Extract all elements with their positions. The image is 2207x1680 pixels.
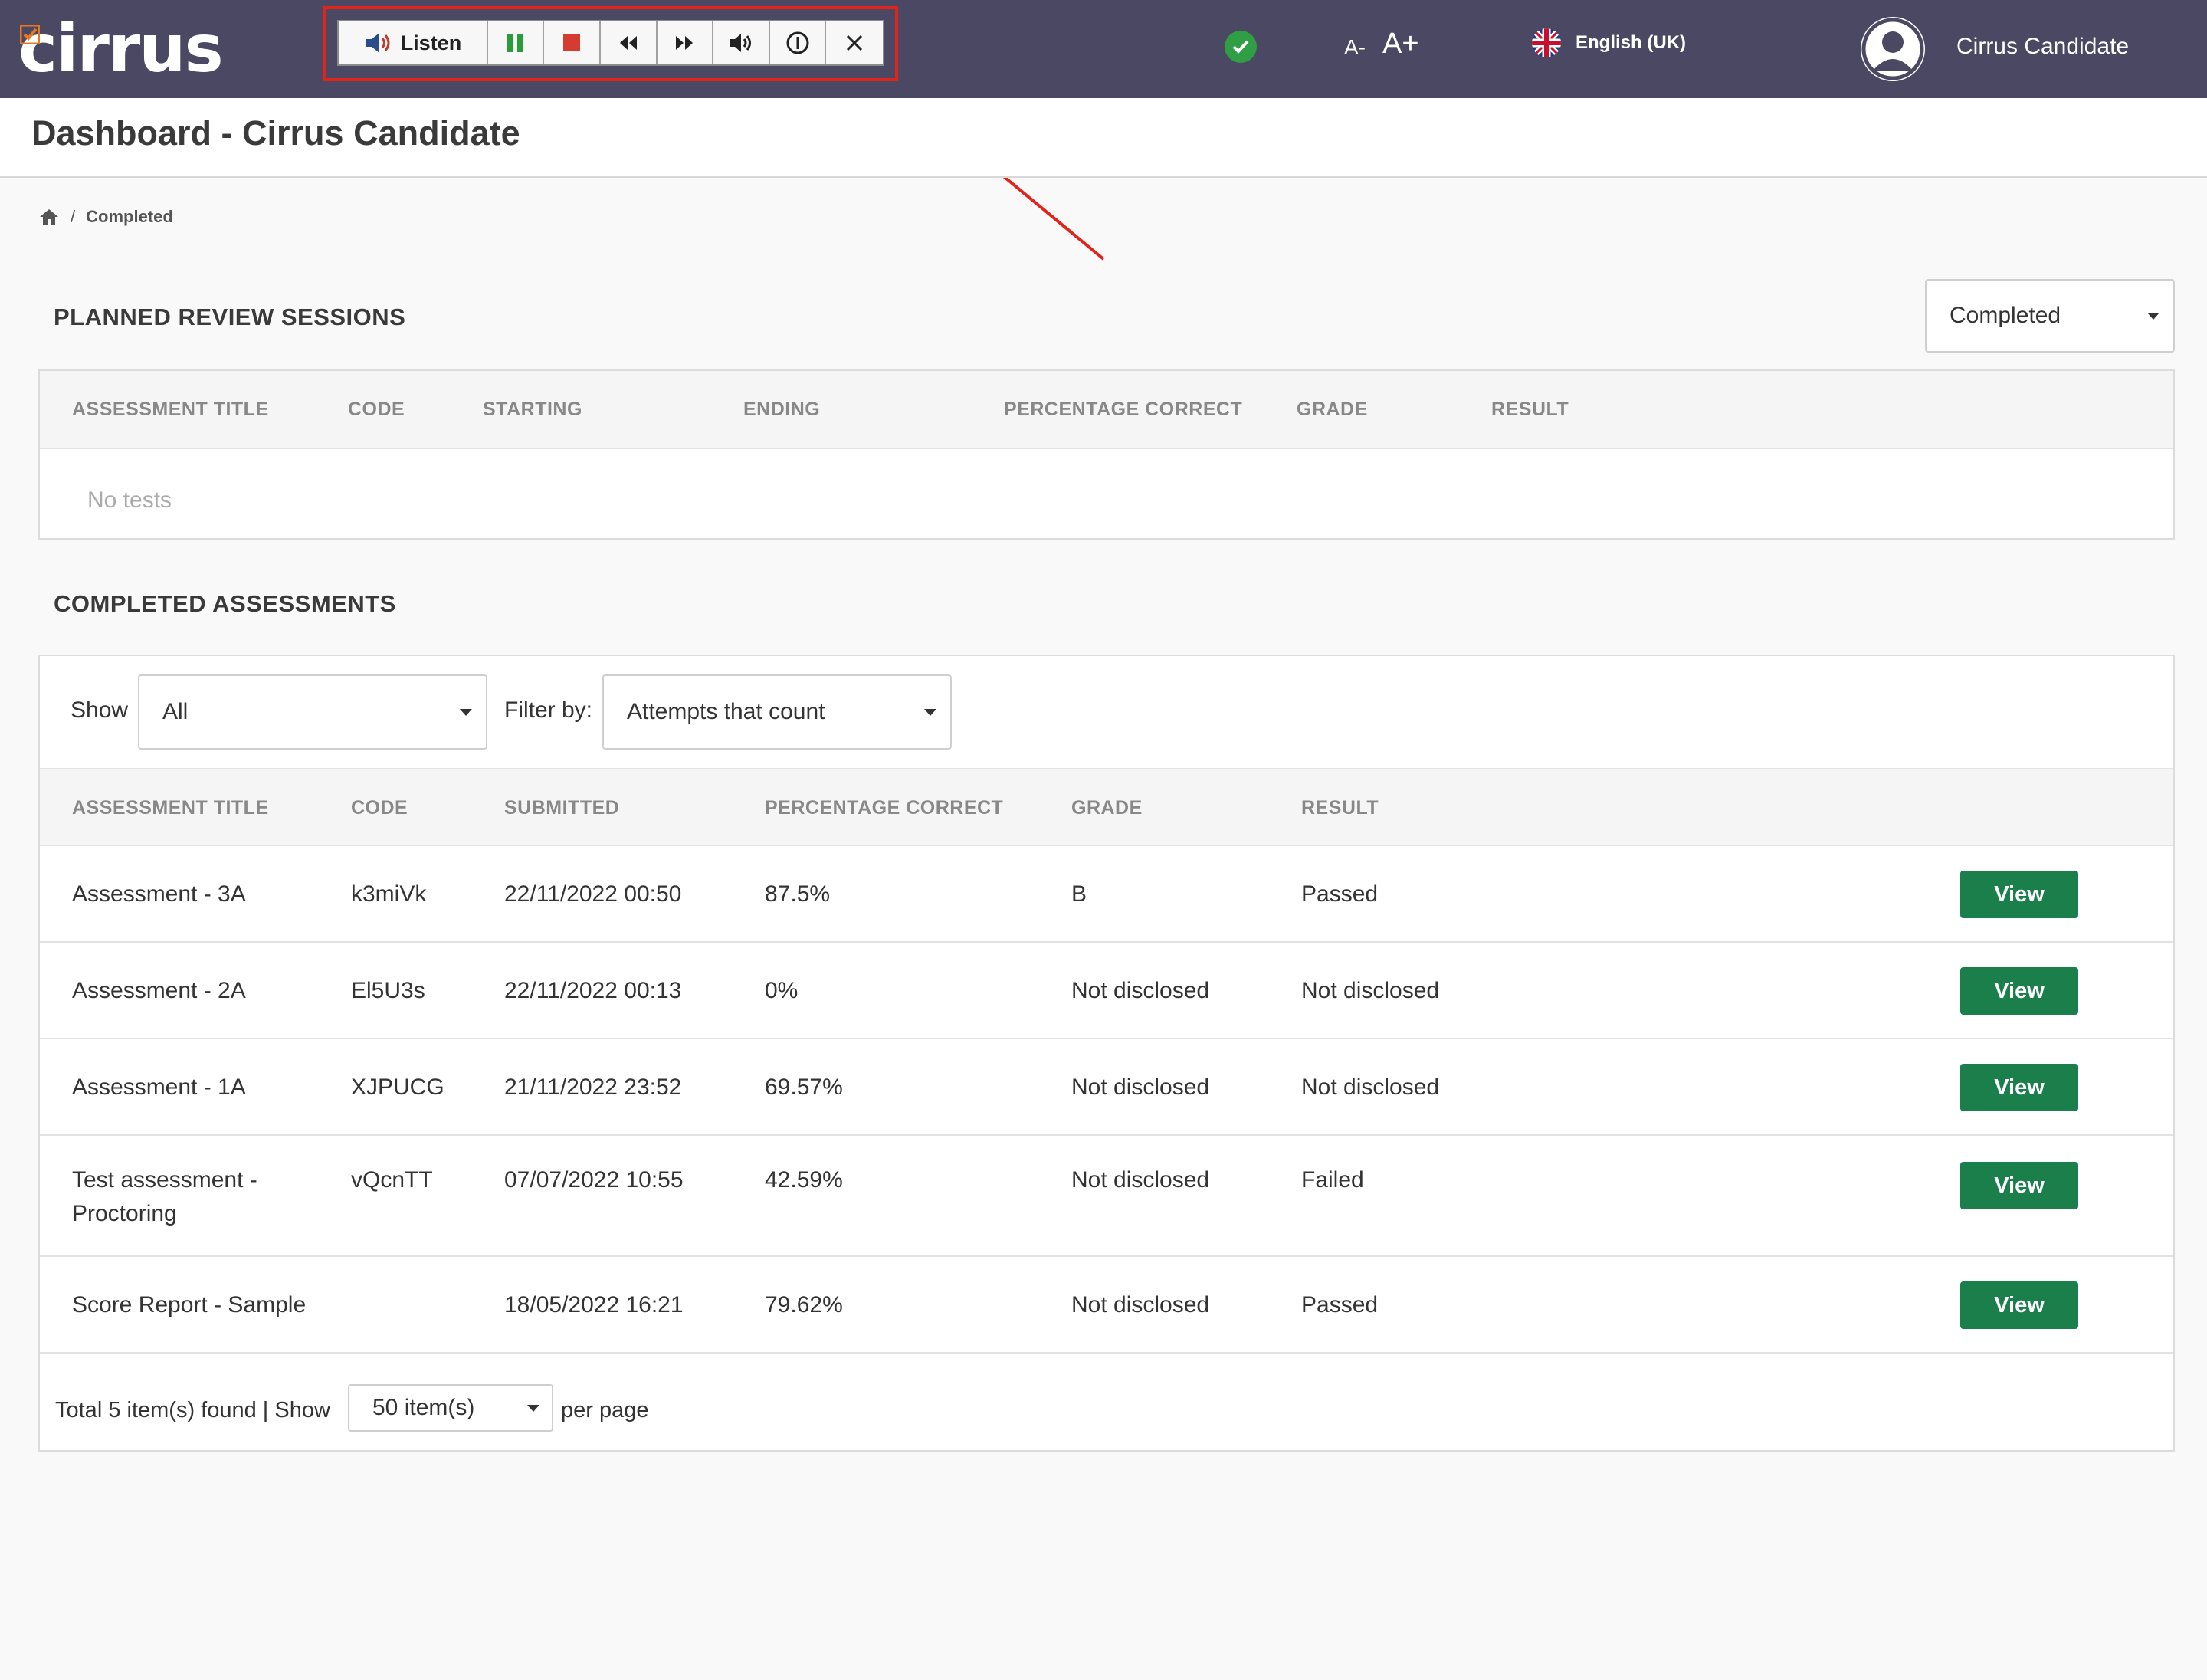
status-filter-select[interactable]: Completed — [1925, 279, 2175, 353]
user-name[interactable]: Cirrus Candidate — [1956, 34, 2129, 60]
show-select-value: All — [162, 699, 189, 724]
per-page-select[interactable]: 50 item(s) — [348, 1384, 553, 1432]
pagination-total: Total 5 item(s) found | Show — [55, 1398, 330, 1422]
page-header: Dashboard - Cirrus Candidate — [0, 98, 2207, 178]
assessment-code: El5U3s — [351, 978, 425, 1003]
percentage-correct: 42.59% — [765, 1167, 843, 1193]
breadcrumb-current: Completed — [86, 207, 173, 226]
per-page-value: 50 item(s) — [372, 1395, 475, 1420]
submitted-date: 22/11/2022 00:50 — [504, 881, 682, 907]
percentage-correct: 87.5% — [765, 881, 831, 907]
language-selector[interactable]: English (UK) — [1531, 28, 1686, 58]
percentage-correct: 69.57% — [765, 1075, 843, 1100]
chevron-down-icon — [924, 708, 936, 716]
assessment-title: Assessment - 1A — [72, 1075, 246, 1100]
column-header: ASSESSMENT TITLE — [72, 399, 269, 420]
table-header: ASSESSMENT TITLE CODE SUBMITTED PERCENTA… — [40, 768, 2173, 846]
page-title: Dashboard - Cirrus Candidate — [31, 113, 520, 153]
completed-assessments-title: COMPLETED ASSESSMENTS — [54, 590, 396, 617]
percentage-correct: 79.62% — [765, 1292, 843, 1317]
submitted-date: 18/05/2022 16:21 — [504, 1292, 684, 1317]
breadcrumb-separator: / — [71, 207, 76, 226]
filter-by-select[interactable]: Attempts that count — [602, 674, 952, 750]
cirrus-logo[interactable]: cirrus — [18, 11, 224, 87]
logo-text: cirrus — [18, 11, 224, 87]
per-page-suffix: per page — [561, 1398, 649, 1422]
filter-by-value: Attempts that count — [627, 699, 825, 724]
font-increase-button[interactable]: A+ — [1382, 28, 1419, 61]
filter-by-label: Filter by: — [504, 697, 593, 723]
logo-check-icon — [20, 25, 40, 44]
planned-sessions-title: PLANNED REVIEW SESSIONS — [54, 304, 406, 330]
column-header: CODE — [351, 797, 408, 819]
status-filter-value: Completed — [1950, 303, 2061, 328]
table-row: Assessment - 1A XJPUCG 21/11/2022 23:52 … — [40, 1039, 2173, 1136]
submitted-date: 21/11/2022 23:52 — [504, 1075, 682, 1100]
table-header: ASSESSMENT TITLE CODE STARTING ENDING PE… — [40, 371, 2173, 449]
result: Passed — [1301, 1292, 1379, 1317]
empty-state-text: No tests — [87, 487, 172, 513]
view-button[interactable]: View — [1960, 1281, 2078, 1329]
table-row: Assessment - 2A El5U3s 22/11/2022 00:13 … — [40, 943, 2173, 1039]
column-header: GRADE — [1297, 399, 1368, 420]
view-button[interactable]: View — [1960, 1064, 2078, 1111]
column-header: ENDING — [743, 399, 821, 420]
connection-ok-icon — [1225, 31, 1257, 63]
toolbar-highlight-box — [323, 6, 898, 81]
column-header: STARTING — [483, 399, 582, 420]
show-select[interactable]: All — [138, 674, 487, 750]
assessment-title: Assessment - 3A — [72, 881, 246, 907]
column-header: RESULT — [1301, 797, 1379, 819]
result: Failed — [1301, 1167, 1364, 1193]
assessment-code: vQcnTT — [351, 1167, 433, 1193]
column-header: PERCENTAGE CORRECT — [765, 797, 1004, 819]
chevron-down-icon — [460, 708, 472, 716]
submitted-date: 22/11/2022 00:13 — [504, 978, 682, 1003]
user-avatar[interactable] — [1861, 17, 1925, 81]
user-icon — [1861, 18, 1924, 80]
result: Not disclosed — [1301, 978, 1440, 1003]
language-label: English (UK) — [1576, 32, 1686, 53]
table-row: Score Report - Sample 18/05/2022 16:21 7… — [40, 1257, 2173, 1354]
assessment-code: k3miVk — [351, 881, 427, 907]
breadcrumb: / Completed — [38, 207, 173, 227]
planned-sessions-table: ASSESSMENT TITLE CODE STARTING ENDING PE… — [38, 369, 2175, 540]
top-navbar: cirrus Listen A- A+ English (UK) Cirrus … — [0, 0, 2207, 98]
column-header: GRADE — [1071, 797, 1143, 819]
column-header: CODE — [348, 399, 405, 420]
completed-assessments-panel: Show All Filter by: Attempts that count … — [38, 655, 2175, 1452]
chevron-down-icon — [2147, 312, 2159, 320]
result: Passed — [1301, 881, 1379, 907]
submitted-date: 07/07/2022 10:55 — [504, 1167, 684, 1193]
table-row: Assessment - 3A k3miVk 22/11/2022 00:50 … — [40, 846, 2173, 943]
percentage-correct: 0% — [765, 978, 799, 1003]
grade: Not disclosed — [1071, 1292, 1210, 1317]
assessment-title: Score Report - Sample — [72, 1292, 307, 1317]
uk-flag-icon — [1532, 28, 1561, 57]
font-decrease-button[interactable]: A- — [1344, 35, 1366, 60]
assessment-title: Assessment - 2A — [72, 978, 246, 1003]
column-header: PERCENTAGE CORRECT — [1004, 399, 1243, 420]
grade: Not disclosed — [1071, 1075, 1210, 1100]
show-label: Show — [71, 697, 129, 723]
column-header: RESULT — [1491, 399, 1569, 420]
view-button[interactable]: View — [1960, 871, 2078, 918]
chevron-down-icon — [527, 1404, 539, 1412]
grade: Not disclosed — [1071, 1167, 1210, 1193]
column-header: ASSESSMENT TITLE — [72, 797, 269, 819]
table-row: Test assessment - Proctoring vQcnTT 07/0… — [40, 1136, 2173, 1257]
column-header: SUBMITTED — [504, 797, 620, 819]
view-button[interactable]: View — [1960, 967, 2078, 1015]
view-button[interactable]: View — [1960, 1162, 2078, 1209]
home-icon[interactable] — [38, 208, 60, 226]
result: Not disclosed — [1301, 1075, 1440, 1100]
grade: B — [1071, 881, 1087, 907]
assessment-code: XJPUCG — [351, 1075, 444, 1100]
grade: Not disclosed — [1071, 978, 1210, 1003]
assessment-title: Test assessment - Proctoring — [72, 1167, 257, 1226]
